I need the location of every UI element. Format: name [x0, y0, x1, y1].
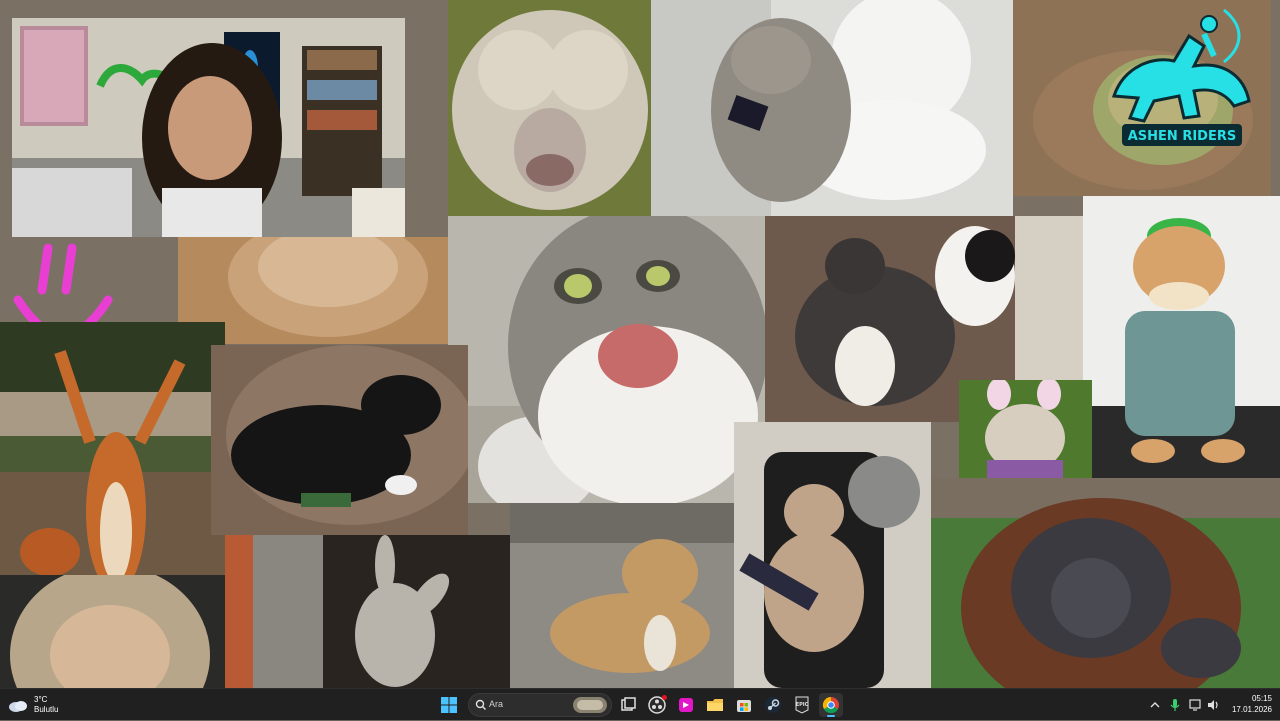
weather-condition: Bulutlu	[34, 705, 59, 714]
chevron-up-icon[interactable]	[1147, 697, 1163, 713]
tile-cat-gaming-chair	[734, 422, 931, 688]
tile-streamer-webcam	[12, 18, 405, 237]
chrome-icon[interactable]	[819, 693, 843, 717]
widget-pill-icon[interactable]	[573, 697, 607, 713]
tile-monkey-squinting	[0, 575, 225, 688]
search-placeholder: Ara	[489, 699, 504, 709]
tile-bulldog-bunny-ears	[959, 380, 1092, 478]
store-icon[interactable]	[732, 693, 756, 717]
tile-dog-with-bread	[510, 503, 734, 688]
clock-time: 05:15	[1251, 694, 1272, 703]
steam-icon[interactable]	[761, 693, 785, 717]
windows-logo-icon	[441, 697, 457, 713]
task-view-icon[interactable]	[616, 693, 640, 717]
tile-squirrel-arms-up	[0, 322, 225, 576]
tile-screaming-cat	[448, 216, 765, 503]
system-clock[interactable]: 05:15 17.01.2026	[1232, 693, 1272, 715]
tile-black-dog-controller	[211, 345, 468, 535]
tile-donkey-stall	[225, 535, 510, 688]
epic-games-icon[interactable]: EPIC	[790, 693, 814, 717]
notification-badge	[662, 695, 667, 700]
active-app-indicator	[827, 715, 835, 717]
start-button[interactable]	[437, 693, 461, 717]
cloud-icon	[9, 701, 27, 712]
taskbar-search[interactable]: Ara	[468, 693, 612, 717]
davinci-icon[interactable]	[674, 693, 698, 717]
network-icon[interactable]	[1187, 697, 1203, 713]
desktop-collage: ASHEN RIDERS	[0, 0, 1280, 688]
ashen-riders-logo: ASHEN RIDERS	[1094, 6, 1264, 150]
tile-orangutan	[931, 478, 1280, 688]
tile-cat-in-green-hat	[1083, 196, 1280, 478]
svg-text:EPIC: EPIC	[796, 702, 809, 708]
microphone-icon[interactable]	[1167, 697, 1183, 713]
file-explorer-icon[interactable]	[703, 693, 727, 717]
weather-temperature: 3°C	[34, 695, 48, 704]
clock-date: 17.01.2026	[1231, 705, 1272, 714]
tile-fluffy-sheep	[448, 0, 651, 216]
taskbar: 3°C Bulutlu Ara EPIC 05:15 17.01.2026	[0, 688, 1280, 720]
tile-cat-on-toilet-phone	[651, 0, 1013, 216]
volume-icon[interactable]	[1205, 697, 1221, 713]
logo-text: ASHEN RIDERS	[1128, 129, 1236, 144]
weather-widget[interactable]: 3°C Bulutlu	[8, 691, 58, 719]
obs-icon[interactable]	[645, 693, 669, 717]
search-icon	[475, 699, 486, 710]
